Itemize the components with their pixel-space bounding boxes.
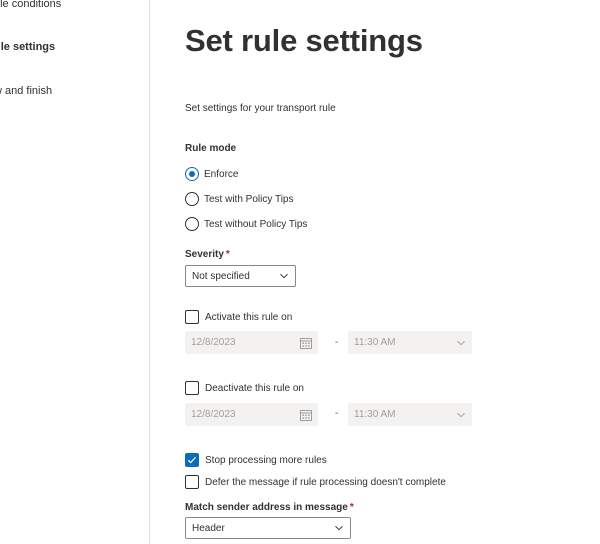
severity-value: Not specified (192, 270, 250, 282)
required-marker: * (225, 249, 230, 260)
step-rule-settings[interactable]: ule settings (0, 41, 55, 53)
checkbox-label: Stop processing more rules (205, 454, 327, 466)
wizard-steps: ule conditions ule settings w and finish (0, 0, 150, 544)
step-rule-conditions[interactable]: ule conditions (0, 0, 61, 10)
match-sender-label-text: Match sender address in message (185, 502, 348, 513)
checkbox[interactable] (185, 310, 199, 324)
page-subtitle: Set settings for your transport rule (185, 103, 336, 114)
chevron-down-icon (457, 340, 465, 345)
step-review-and-finish[interactable]: w and finish (0, 85, 52, 97)
activate-date-value: 12/8/2023 (191, 337, 236, 348)
match-sender-dropdown[interactable]: Header (185, 517, 351, 539)
deactivate-date-value: 12/8/2023 (191, 409, 236, 420)
radio-label: Test without Policy Tips (204, 218, 308, 230)
activate-rule-checkbox[interactable]: Activate this rule on (185, 309, 292, 325)
page-title: Set rule settings (185, 23, 423, 58)
calendar-icon (300, 337, 312, 349)
defer-message-checkbox[interactable]: Defer the message if rule processing doe… (185, 474, 446, 490)
chevron-down-icon (335, 525, 343, 531)
activate-time-value: 11:30 AM (354, 337, 396, 348)
rule-wizard: ule conditions ule settings w and finish… (0, 0, 600, 544)
radio-test-without-policy-tips[interactable]: Test without Policy Tips (185, 216, 307, 232)
checkbox-checked[interactable] (185, 453, 199, 467)
radio-button-checked[interactable] (185, 167, 199, 181)
radio-test-with-policy-tips[interactable]: Test with Policy Tips (185, 191, 293, 207)
severity-label-text: Severity (185, 249, 224, 260)
chevron-down-icon (457, 412, 465, 417)
date-time-separator: - (335, 408, 339, 419)
deactivate-date-picker[interactable]: 12/8/2023 (185, 403, 318, 426)
checkmark-icon (187, 456, 197, 464)
match-sender-value: Header (192, 522, 225, 534)
checkbox-label: Activate this rule on (205, 311, 293, 323)
deactivate-time-dropdown[interactable]: 11:30 AM (348, 403, 472, 426)
checkbox-label: Deactivate this rule on (205, 382, 304, 394)
radio-enforce[interactable]: Enforce (185, 166, 238, 182)
settings-panel: Set rule settings Set settings for your … (185, 0, 600, 544)
checkbox[interactable] (185, 475, 199, 489)
checkbox-label: Defer the message if rule processing doe… (205, 476, 446, 488)
radio-label: Test with Policy Tips (204, 193, 294, 205)
activate-time-dropdown[interactable]: 11:30 AM (348, 331, 472, 354)
radio-button[interactable] (185, 217, 199, 231)
match-sender-label: Match sender address in message * (185, 502, 354, 513)
stop-processing-checkbox[interactable]: Stop processing more rules (185, 452, 327, 468)
calendar-icon (300, 409, 312, 421)
checkbox[interactable] (185, 381, 199, 395)
severity-dropdown[interactable]: Not specified (185, 265, 296, 287)
required-marker: * (349, 502, 354, 513)
activate-date-picker[interactable]: 12/8/2023 (185, 331, 318, 354)
radio-label: Enforce (204, 168, 239, 180)
radio-button[interactable] (185, 192, 199, 206)
severity-label: Severity * (185, 249, 230, 260)
date-time-separator: - (335, 337, 339, 348)
rule-mode-label: Rule mode (185, 143, 237, 154)
deactivate-rule-checkbox[interactable]: Deactivate this rule on (185, 380, 304, 396)
chevron-down-icon (280, 273, 288, 279)
deactivate-time-value: 11:30 AM (354, 409, 396, 420)
